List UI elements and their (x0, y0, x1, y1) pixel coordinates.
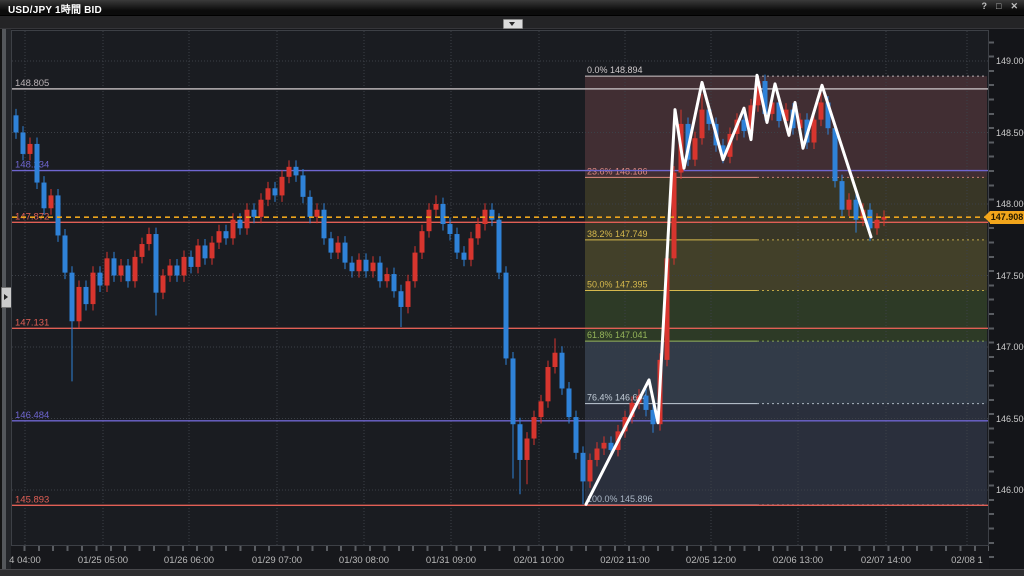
current-price-badge: 147.908 (990, 211, 1024, 224)
svg-text:61.8% 147.041: 61.8% 147.041 (587, 330, 648, 340)
candlestick-chart-plot[interactable]: 0.0% 148.894 23.6% 148.186 38.2% 147.749 50… (11, 30, 989, 546)
svg-text:50.0% 147.395: 50.0% 147.395 (587, 280, 648, 290)
svg-text:148.234: 148.234 (15, 160, 49, 171)
time-axis-label: 02/01 10:00 (514, 555, 564, 566)
time-axis-label: 02/08 1 (951, 555, 983, 566)
close-button[interactable]: ✕ (1010, 1, 1018, 12)
title-bar[interactable]: USD/JPY 1時間 BID ? □ ✕ (0, 0, 1024, 16)
price-axis-label: 147.000 (996, 342, 1024, 352)
time-axis-label: 02/06 13:00 (773, 555, 823, 566)
time-axis-label: 02/05 12:00 (686, 555, 736, 566)
price-axis-label: 146.000 (996, 485, 1024, 495)
svg-text:146.484: 146.484 (15, 410, 49, 421)
price-axis[interactable]: 149.000 148.500 148.000 147.500 147.000 146.5… (989, 29, 1024, 570)
price-axis-label: 146.500 (996, 414, 1024, 424)
time-axis-label: 01/30 08:00 (339, 555, 389, 566)
chart-window: USD/JPY 1時間 BID ? □ ✕ 0.0% 148.894 23.6% … (0, 0, 1024, 576)
price-axis-ticks (989, 29, 994, 570)
price-axis-label: 148.500 (996, 128, 1024, 138)
time-axis-label: 01/31 09:00 (426, 555, 476, 566)
price-axis-label: 148.000 (996, 199, 1024, 209)
svg-text:148.805: 148.805 (15, 78, 49, 89)
svg-text:145.893: 145.893 (15, 494, 49, 505)
left-rail (0, 29, 11, 570)
bottom-status-bar (0, 569, 1024, 576)
time-axis-label: 02/07 14:00 (861, 555, 911, 566)
toolbar-collapse-button[interactable] (503, 19, 523, 29)
time-axis-label: 01/25 05:00 (78, 555, 128, 566)
svg-text:100.0% 145.896: 100.0% 145.896 (587, 494, 653, 504)
time-axis-label: 01/29 07:00 (252, 555, 302, 566)
maximize-button[interactable]: □ (996, 1, 1001, 12)
time-axis[interactable]: 4 04:00 01/25 05:00 01/26 06:00 01/29 07:00… (11, 546, 989, 570)
price-axis-label: 147.500 (996, 271, 1024, 281)
svg-text:0.0% 148.894: 0.0% 148.894 (587, 65, 643, 75)
svg-text:23.6% 148.186: 23.6% 148.186 (587, 166, 648, 176)
time-axis-label: 02/02 11:00 (600, 555, 649, 566)
time-axis-ticks (11, 546, 989, 551)
price-axis-label: 149.000 (996, 56, 1024, 66)
help-button[interactable]: ? (982, 1, 988, 12)
window-title: USD/JPY 1時間 BID (8, 1, 102, 16)
time-axis-label: 01/26 06:00 (164, 555, 214, 566)
window-controls: ? □ ✕ (982, 1, 1018, 12)
time-axis-label: 4 04:00 (9, 555, 41, 566)
svg-text:147.131: 147.131 (15, 317, 49, 328)
chart-canvas[interactable]: 0.0% 148.894 23.6% 148.186 38.2% 147.749 50… (12, 31, 988, 545)
toolbar-strip (0, 16, 1024, 29)
svg-text:38.2% 147.749: 38.2% 147.749 (587, 229, 648, 239)
